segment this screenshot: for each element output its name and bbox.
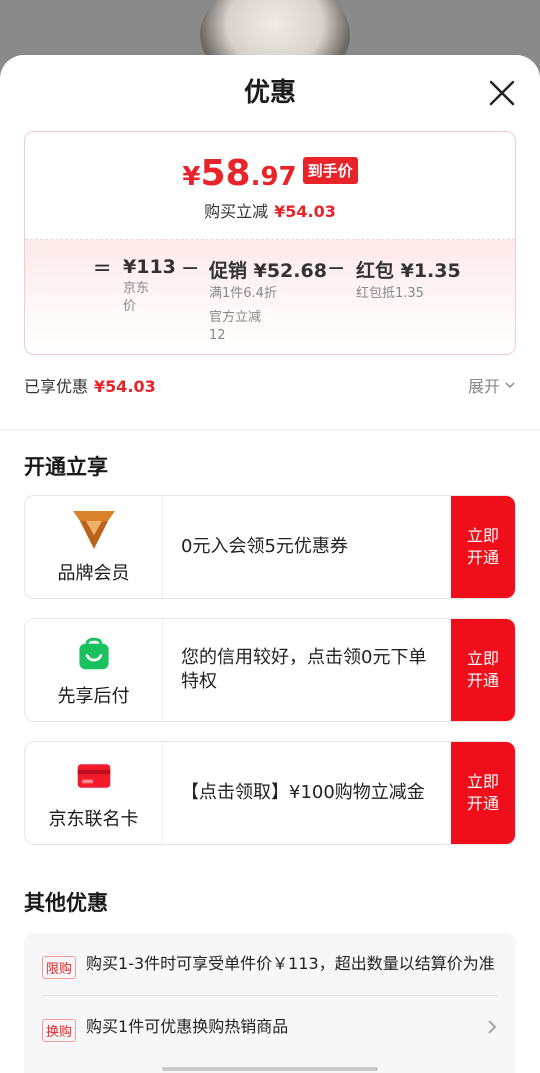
home-indicator	[162, 1067, 378, 1071]
final-price-tag: 到手价	[302, 157, 358, 184]
card-label-area: 品牌会员	[25, 496, 163, 598]
final-price: ¥58.97	[182, 153, 297, 194]
formula-base-price: ¥113 京东 价	[123, 256, 176, 314]
price-formula-area: = ¥113 京东 价 − 促销 ¥52.68 满1件6.4折 官方立减 12 …	[25, 239, 515, 354]
open-section-title: 开通立享	[24, 455, 108, 479]
formula-red-packet: 红包 ¥1.35 红包抵1.35	[356, 260, 461, 301]
card-text: 您的信用较好，点击领0元下单特权	[181, 647, 427, 692]
exchange-badge: 换购	[42, 1019, 77, 1042]
expand-button[interactable]: 展开	[468, 373, 516, 397]
chevron-down-icon	[505, 382, 515, 388]
brand-member-card[interactable]: 品牌会员 0元入会领5元优惠券 立即开通	[24, 495, 516, 599]
other-section-title: 其他优惠	[24, 891, 108, 915]
equals-sign: =	[93, 256, 112, 281]
price-card: ¥58.97 到手价 购买立减 ¥54.03 = ¥113 京东 价 − 促销 …	[24, 131, 516, 355]
minus-sign: −	[181, 256, 200, 281]
list-item-text: 购买1件可优惠换购热销商品	[86, 1017, 289, 1036]
formula-promotion: 促销 ¥52.68 满1件6.4折 官方立减 12	[209, 260, 327, 343]
list-item[interactable]: 换购 购买1件可优惠换购热销商品	[24, 996, 516, 1042]
enjoyed-discount: 已享优惠 ¥54.03	[24, 377, 156, 396]
shopping-bag-smile-icon	[73, 632, 115, 674]
enjoyed-discount-row: 已享优惠 ¥54.03 展开	[0, 355, 540, 415]
price-summary-block: 优惠 ¥58.97 到手价 购买立减 ¥54.03 = ¥113 京东 价 − …	[0, 55, 540, 429]
open-now-button[interactable]: 立即开通	[451, 496, 515, 598]
sheet-header: 优惠	[0, 55, 540, 131]
price-formula: = ¥113 京东 价 − 促销 ¥52.68 满1件6.4折 官方立减 12 …	[25, 254, 515, 344]
card-label-area: 先享后付	[25, 619, 163, 721]
purchase-discount-label: 购买立减	[204, 202, 269, 221]
final-price-area: ¥58.97 到手价 购买立减 ¥54.03	[25, 132, 515, 239]
limit-badge: 限购	[42, 956, 77, 979]
card-text: 【点击领取】¥100购物立减金	[181, 782, 425, 803]
chevron-right-icon	[488, 1020, 497, 1034]
co-branded-card[interactable]: 京东联名卡 【点击领取】¥100购物立减金 立即开通	[24, 741, 516, 845]
card-text: 0元入会领5元优惠券	[181, 536, 348, 557]
list-item-text: 购买1-3件时可享受单件价￥113，超出数量以结算价为准	[86, 954, 495, 973]
open-now-button[interactable]: 立即开通	[451, 742, 515, 844]
sheet-title: 优惠	[243, 78, 296, 108]
discount-sheet: 优惠 ¥58.97 到手价 购买立减 ¥54.03 = ¥113 京东 价 − …	[0, 55, 540, 1073]
brand-v-icon	[72, 509, 115, 551]
close-button[interactable]	[488, 79, 516, 107]
pay-later-card[interactable]: 先享后付 您的信用较好，点击领0元下单特权 立即开通	[24, 618, 516, 722]
purchase-discount: 购买立减 ¥54.03	[25, 198, 515, 222]
close-icon	[489, 80, 515, 106]
card-label-area: 京东联名卡	[25, 742, 163, 844]
benefits-section: 开通立享 品牌会员 0元入会领5元优惠券 立即开通 先享后付 您的信用较好，点击…	[0, 431, 540, 1073]
list-item: 限购 购买1-3件时可享受单件价￥113，超出数量以结算价为准	[24, 933, 516, 979]
other-discounts-list: 限购 购买1-3件时可享受单件价￥113，超出数量以结算价为准 换购 购买1件可…	[24, 933, 516, 1073]
open-now-button[interactable]: 立即开通	[451, 619, 515, 721]
minus-sign: −	[327, 256, 346, 281]
purchase-discount-amount: ¥54.03	[274, 202, 336, 221]
credit-card-icon	[73, 755, 115, 797]
final-price-row: ¥58.97 到手价	[25, 153, 515, 194]
